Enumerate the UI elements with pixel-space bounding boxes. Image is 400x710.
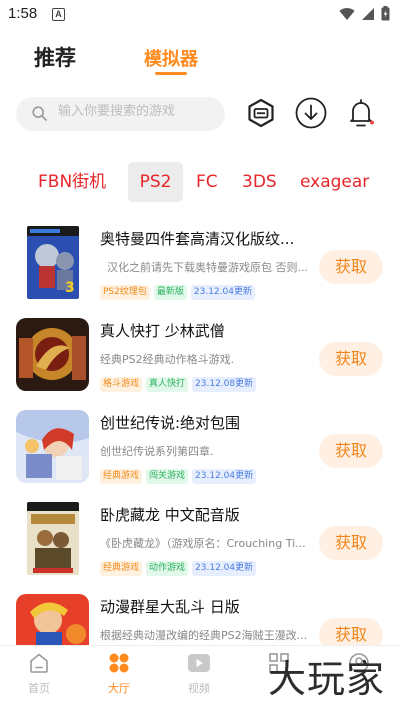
game-title: 动漫群星大乱斗 日版 — [100, 598, 240, 616]
game-cover — [16, 318, 89, 391]
signal-icon — [362, 7, 374, 20]
game-title: 创世纪传说:绝对包围 — [100, 414, 241, 432]
category-ps2[interactable]: PS2 — [128, 162, 183, 202]
tag: PS2纹理包 — [100, 285, 150, 300]
game-item[interactable]: 3 奥特曼四件套高清汉化版纹... 汉化之前请先下载奥特曼游戏原包 否则... … — [0, 222, 400, 312]
download-button[interactable] — [294, 96, 328, 130]
category-exagear[interactable]: exagear — [300, 162, 369, 202]
wifi-icon — [339, 7, 355, 20]
search-icon — [32, 106, 47, 121]
tab-recommend[interactable]: 推荐 — [34, 42, 76, 72]
tag: 23.12.04更新 — [192, 469, 257, 484]
get-button[interactable]: 获取 — [319, 434, 383, 468]
game-title: 卧虎藏龙 中文配音版 — [100, 506, 240, 524]
search-row — [0, 96, 400, 132]
tag: 经典游戏 — [100, 469, 143, 484]
download-icon — [295, 97, 327, 129]
game-tags: PS2纹理包 最新版 23.12.04更新 — [100, 285, 255, 300]
tag: 经典游戏 — [100, 561, 143, 576]
tab-emulator[interactable]: 模拟器 — [144, 45, 198, 71]
status-indicators — [339, 6, 390, 21]
platform-categories: FBN街机 PS2 FC 3DS exagear — [0, 162, 400, 202]
game-description: 根据经典动漫改编的经典PS2海贼王漫改... — [100, 629, 308, 642]
battery-icon — [381, 6, 390, 21]
nav-label: 视频 — [188, 682, 210, 695]
nav-label: 首页 — [28, 682, 50, 695]
category-fc[interactable]: FC — [196, 162, 218, 202]
home-icon — [30, 653, 48, 673]
watermark: 大玩家 — [268, 657, 386, 701]
game-cover — [16, 410, 89, 483]
active-tab-indicator — [155, 72, 187, 75]
top-tabs: 推荐 模拟器 — [0, 38, 400, 78]
category-3ds[interactable]: 3DS — [242, 162, 277, 202]
tag: 动作游戏 — [146, 561, 189, 576]
nav-item-video[interactable]: 视频 — [169, 652, 229, 696]
get-button[interactable]: 获取 — [319, 250, 383, 284]
notification-icon: A — [52, 8, 65, 21]
lobby-icon — [109, 653, 129, 673]
notification-button[interactable] — [344, 96, 378, 130]
game-item[interactable]: 卧虎藏龙 中文配音版 《卧虎藏龙》（游戏原名：Crouching Ti... 经… — [0, 498, 400, 588]
game-cover: 3 — [27, 226, 79, 299]
game-description: 经典PS2经典动作格斗游戏. — [100, 353, 235, 366]
game-title: 真人快打 少林武僧 — [100, 322, 225, 340]
status-bar: 1:58 A — [0, 0, 400, 30]
search-box[interactable] — [16, 97, 225, 131]
game-tags: 格斗游戏 真人快打 23.12.08更新 — [100, 377, 257, 392]
svg-text:3: 3 — [65, 280, 75, 296]
bell-icon — [350, 99, 374, 127]
game-item[interactable]: 创世纪传说:绝对包围 创世纪传说系列第四章. 经典游戏 闯关游戏 23.12.0… — [0, 406, 400, 496]
game-cover — [16, 594, 89, 650]
game-description: 《卧虎藏龙》（游戏原名：Crouching Ti... — [100, 537, 306, 550]
tag: 23.12.04更新 — [192, 561, 257, 576]
tag: 格斗游戏 — [100, 377, 143, 392]
status-time: 1:58 — [8, 5, 38, 22]
search-input[interactable] — [58, 104, 218, 119]
tag: 最新版 — [153, 285, 187, 300]
game-cover — [27, 502, 79, 575]
video-icon — [188, 654, 210, 672]
nav-item-lobby[interactable]: 大厅 — [89, 652, 149, 696]
get-button[interactable]: 获取 — [319, 342, 383, 376]
tag: 闯关游戏 — [146, 469, 189, 484]
nav-label: 大厅 — [108, 682, 130, 695]
nav-item-home[interactable]: 首页 — [9, 652, 69, 696]
game-description: 汉化之前请先下载奥特曼游戏原包 否则... — [107, 261, 308, 274]
game-box-icon — [248, 98, 274, 128]
game-title: 奥特曼四件套高清汉化版纹... — [100, 230, 295, 248]
game-tags: 经典游戏 闯关游戏 23.12.04更新 — [100, 469, 257, 484]
game-tags: 经典游戏 动作游戏 23.12.04更新 — [100, 561, 257, 576]
tag: 23.12.04更新 — [190, 285, 255, 300]
category-fbn[interactable]: FBN街机 — [38, 162, 106, 202]
tag: 真人快打 — [146, 377, 189, 392]
game-description: 创世纪传说系列第四章. — [100, 445, 214, 458]
tag: 23.12.08更新 — [192, 377, 257, 392]
get-button[interactable]: 获取 — [319, 526, 383, 560]
game-item[interactable]: 真人快打 少林武僧 经典PS2经典动作格斗游戏. 格斗游戏 真人快打 23.12… — [0, 314, 400, 404]
game-box-button[interactable] — [244, 96, 278, 130]
